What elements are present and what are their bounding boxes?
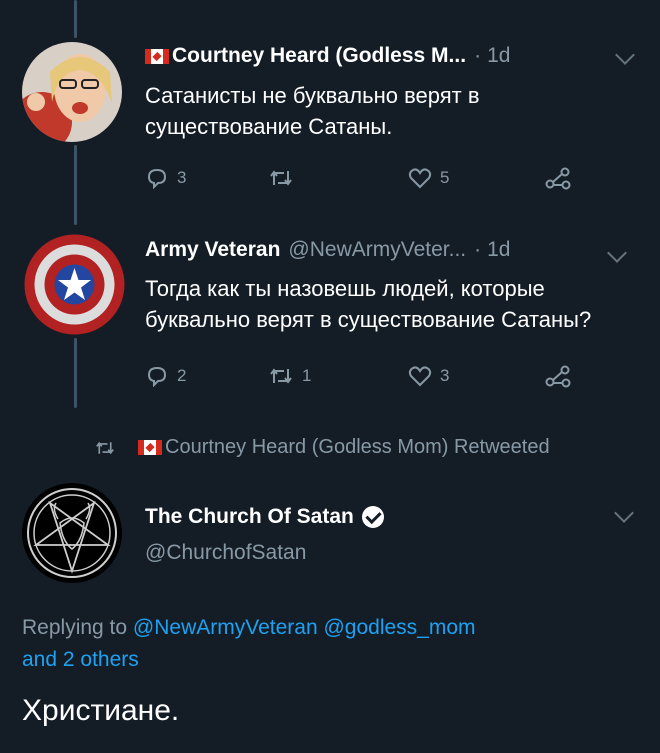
tweet2-like-count: 3	[440, 366, 450, 385]
tweet2-timestamp[interactable]: 1d	[487, 238, 510, 262]
avatar-courtney[interactable]	[22, 42, 122, 142]
tweet2-author-handle[interactable]: @NewArmyVeter...	[288, 238, 466, 262]
main-tweet-handle-row: @ChurchofSatan	[145, 541, 306, 565]
tweet2-reply-button[interactable]: 2	[145, 365, 186, 387]
replying-to: Replying to @NewArmyVeteran @godless_mom…	[22, 612, 642, 676]
tweet2-share-button[interactable]	[545, 364, 571, 388]
tweet1-text-line: существование Сатаны.	[145, 114, 393, 139]
mention-link[interactable]: @godless_mom	[323, 616, 475, 639]
tweet1-like-button[interactable]: 5	[408, 167, 449, 189]
tweet1-reply-button[interactable]: 3	[145, 167, 186, 189]
tweet2-like-button[interactable]: 3	[408, 365, 449, 387]
thread-line-bottom	[74, 338, 77, 408]
reply-icon	[147, 366, 167, 387]
tweet2-retweet-button[interactable]: 1	[268, 365, 311, 387]
chevron-down-icon[interactable]	[614, 503, 634, 523]
main-tweet-header: The Church Of Satan	[145, 505, 384, 529]
verified-icon	[361, 506, 384, 528]
tweet1-retweet-button[interactable]	[268, 167, 294, 189]
tweet2-text-line: Тогда как ты назовешь людей, которые	[145, 276, 545, 301]
avatar-church-of-satan[interactable]	[22, 483, 122, 583]
canada-flag-icon	[138, 440, 162, 455]
retweet-icon	[270, 170, 292, 186]
mention-link[interactable]: @NewArmyVeteran	[133, 616, 318, 639]
retweet-icon	[270, 368, 292, 384]
canada-flag-icon	[145, 48, 169, 64]
retweet-notice-text[interactable]: Courtney Heard (Godless Mom) Retweeted	[165, 436, 550, 459]
thread-line-middle	[74, 145, 77, 225]
like-icon	[408, 366, 432, 387]
tweet1-text: Сатанисты не буквально верят в существов…	[145, 80, 480, 142]
retweet-notice: Courtney Heard (Godless Mom) Retweeted	[94, 436, 550, 459]
separator-dot: ·	[474, 238, 482, 261]
tweet1-share-button[interactable]	[545, 166, 571, 190]
retweet-icon	[96, 441, 114, 454]
main-tweet-author-handle[interactable]: @ChurchofSatan	[145, 541, 306, 565]
like-icon	[408, 168, 432, 189]
tweet2-reply-count: 2	[177, 366, 187, 385]
tweet1-timestamp[interactable]: 1d	[487, 44, 510, 68]
tweet2-header: Army Veteran @NewArmyVeter... · 1d	[145, 238, 510, 262]
main-tweet-author-name[interactable]: The Church Of Satan	[145, 505, 354, 529]
separator-dot: ·	[474, 44, 482, 67]
tweet2-author-name[interactable]: Army Veteran	[145, 238, 280, 262]
tweet2-text-line: буквально верят в существование Сатаны?	[145, 307, 592, 332]
tweet1-author-name[interactable]: Courtney Heard (Godless M...	[172, 44, 466, 68]
reply-icon	[147, 168, 167, 189]
chevron-down-icon[interactable]	[607, 243, 627, 263]
tweet2-text: Тогда как ты назовешь людей, которые бук…	[145, 273, 591, 335]
tweet1-text-line: Сатанисты не буквально верят в	[145, 83, 480, 108]
tweet1-header: Courtney Heard (Godless M... · 1d	[145, 44, 510, 68]
chevron-down-icon[interactable]	[615, 45, 635, 65]
share-icon	[545, 365, 571, 388]
share-icon	[545, 167, 571, 190]
tweet1-reply-count: 3	[177, 168, 187, 187]
thread-line-top	[74, 0, 77, 38]
others-link[interactable]: and 2 others	[22, 648, 139, 671]
tweet1-like-count: 5	[440, 168, 450, 187]
tweet2-retweet-count: 1	[302, 366, 312, 385]
replying-to-prefix: Replying to	[22, 616, 128, 639]
avatar-army-veteran[interactable]	[22, 232, 127, 337]
main-tweet-text: Христиане.	[22, 694, 180, 727]
